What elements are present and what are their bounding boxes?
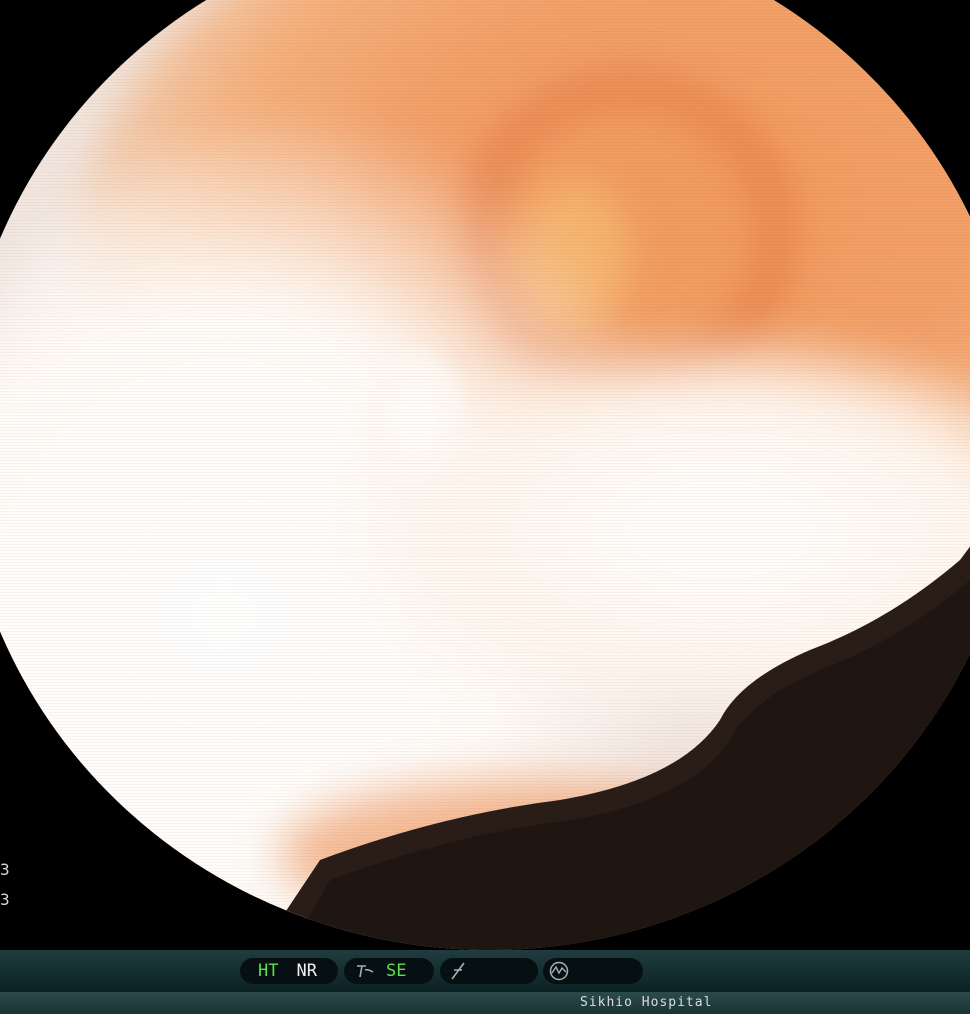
- status-bar: HT NR SE: [0, 950, 970, 992]
- footer-bar: Sikhio Hospital: [0, 992, 970, 1014]
- gamma-curve-icon[interactable]: [448, 960, 470, 982]
- se-indicator[interactable]: SE: [386, 961, 406, 981]
- nr-indicator[interactable]: NR: [296, 961, 316, 981]
- mode-indicator-group: HT NR: [240, 958, 338, 984]
- side-marker-upper: 3: [0, 860, 10, 879]
- ht-indicator[interactable]: HT: [258, 961, 278, 981]
- gamma-indicator-group: [440, 958, 538, 984]
- side-marker-lower: 3: [0, 890, 10, 909]
- dark-lumen: [260, 546, 970, 950]
- institution-name: Sikhio Hospital: [580, 995, 713, 1010]
- structure-enhance-icon[interactable]: [354, 960, 376, 982]
- endoscopic-image: [0, 0, 970, 950]
- enhance-indicator-group: SE: [344, 958, 434, 984]
- iris-meter-icon[interactable]: [548, 960, 570, 982]
- endoscopy-screen: 3 3 HT NR SE Sikhio Hospital: [0, 0, 970, 1014]
- iris-indicator-group: [543, 958, 643, 984]
